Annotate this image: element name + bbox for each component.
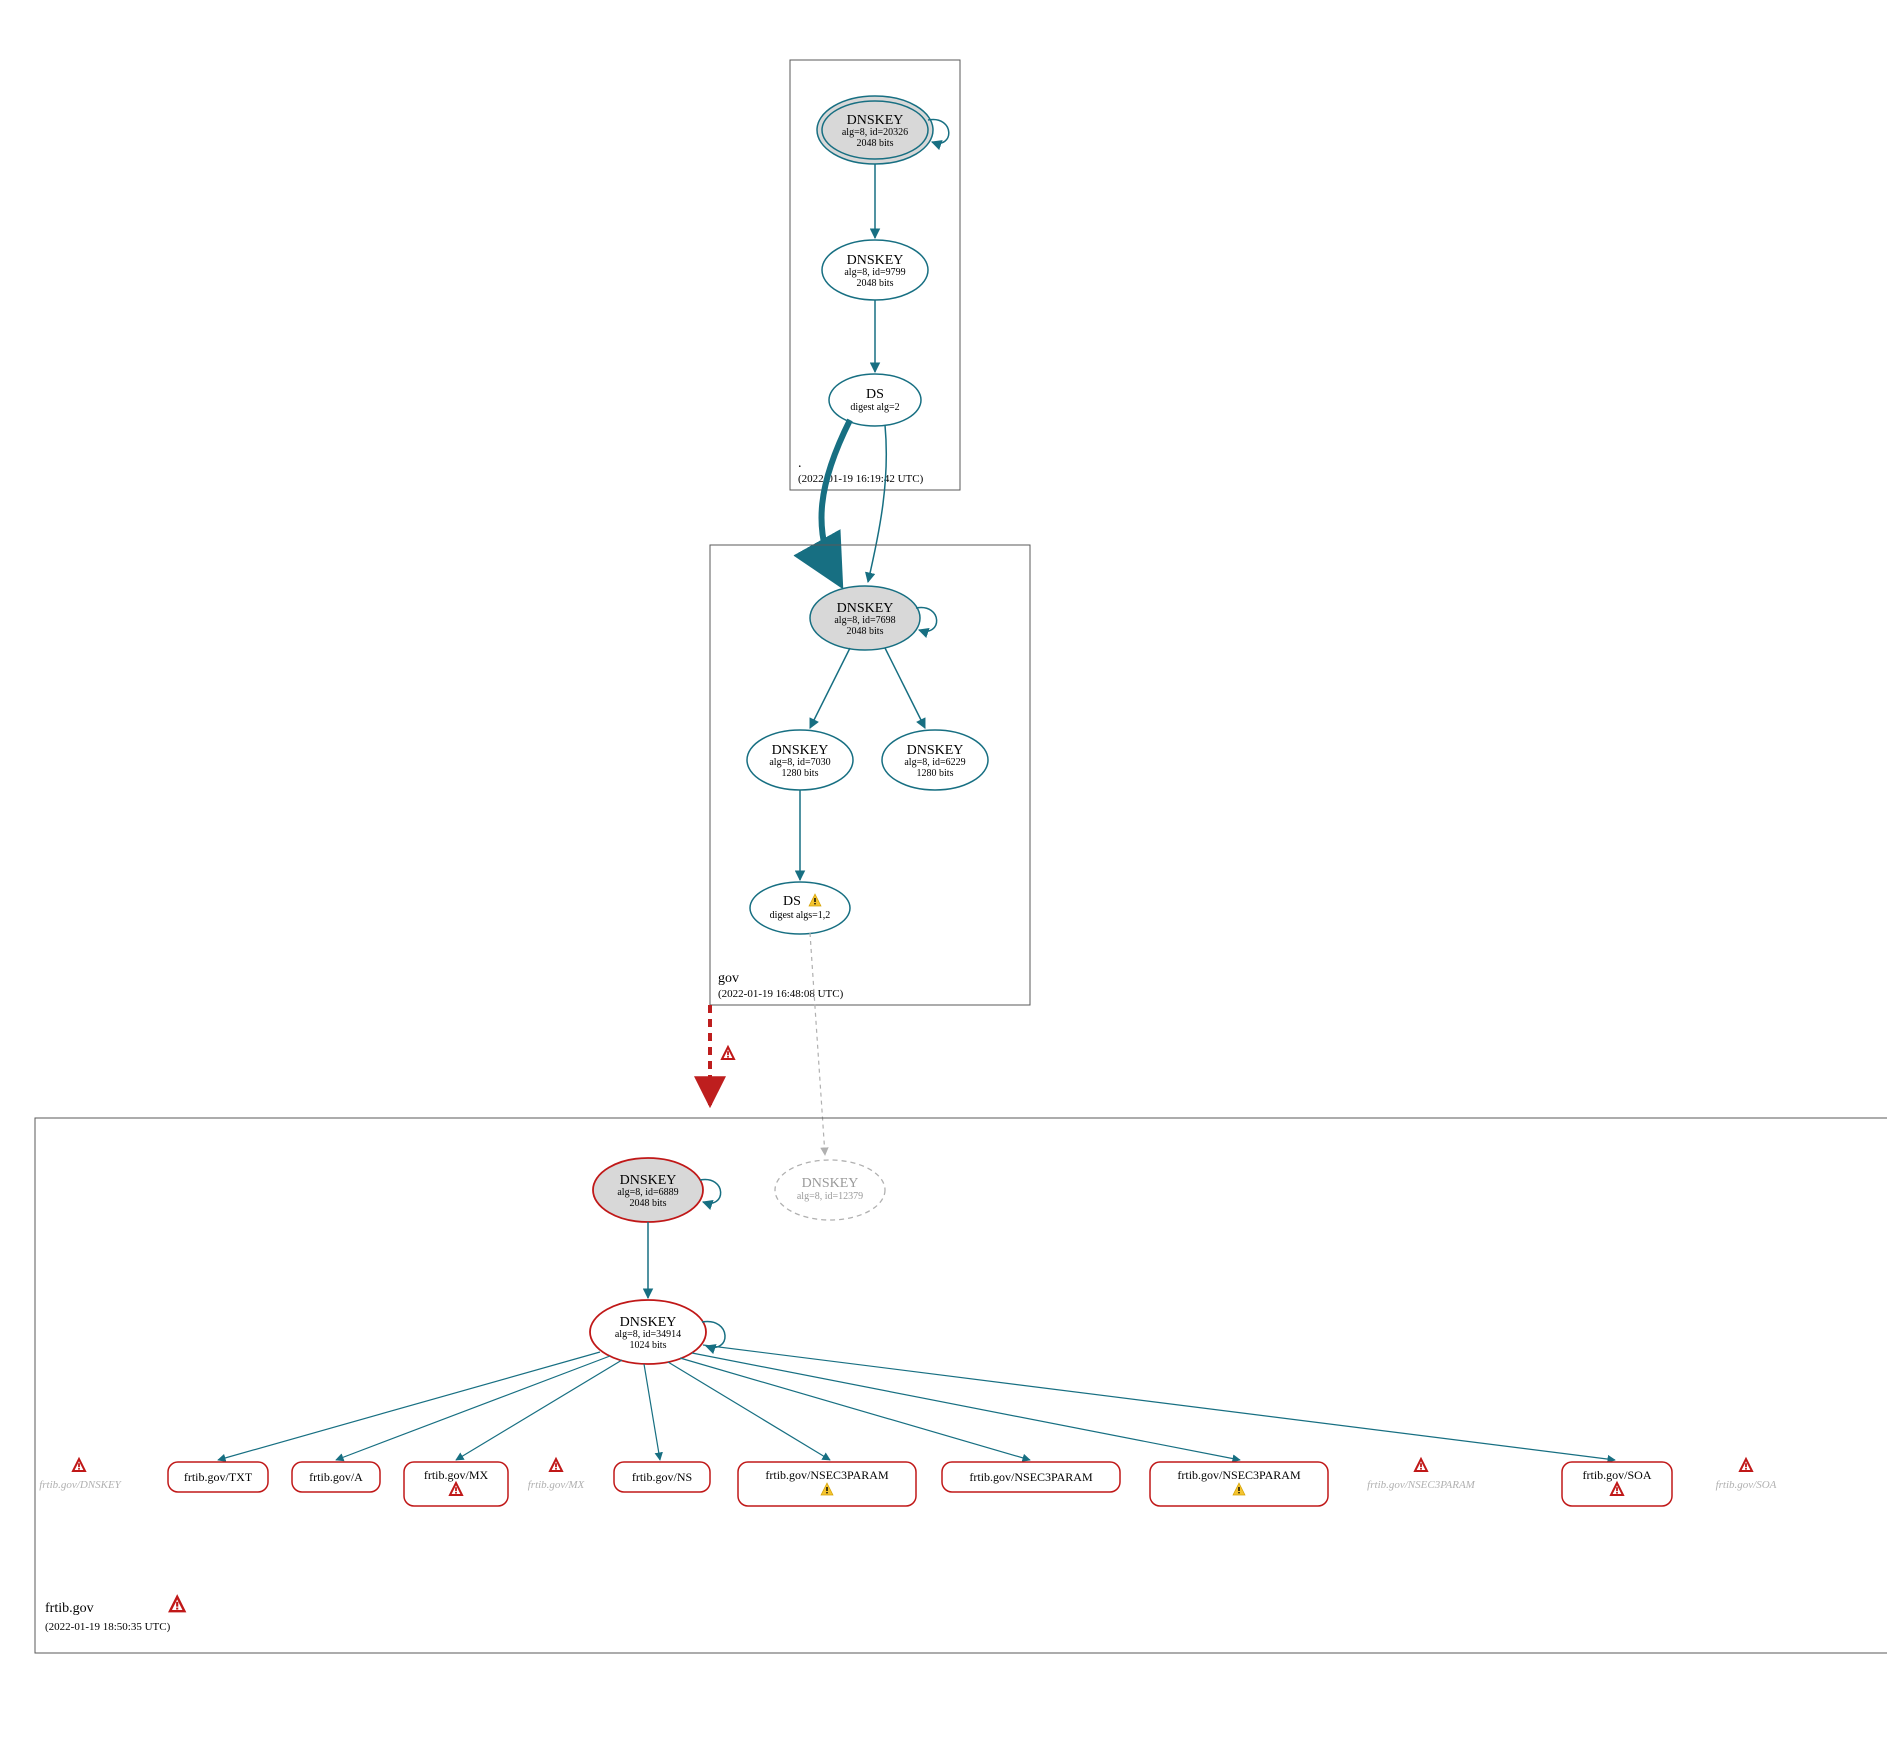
svg-text:DNSKEY: DNSKEY (620, 1173, 677, 1188)
svg-text:frtib.gov/SOA: frtib.gov/SOA (1583, 1468, 1652, 1482)
svg-text:alg=8, id=20326: alg=8, id=20326 (842, 127, 908, 138)
svg-text:DNSKEY: DNSKEY (620, 1315, 677, 1330)
svg-text:1280 bits: 1280 bits (917, 768, 954, 779)
ghost-mx: frtib.gov/MX (528, 1479, 586, 1491)
edge (885, 648, 925, 728)
svg-text:alg=8, id=9799: alg=8, id=9799 (844, 267, 905, 278)
zone-gov: gov (2022-01-19 16:48:08 UTC) DNSKEY alg… (710, 545, 1030, 1005)
record-soa: frtib.gov/SOA (1562, 1462, 1672, 1506)
frtib-dnskey-6889: DNSKEY alg=8, id=6889 2048 bits (593, 1158, 703, 1222)
svg-text:digest algs=1,2: digest algs=1,2 (770, 910, 831, 921)
edge-root-gov (868, 425, 886, 582)
svg-text:digest alg=2: digest alg=2 (850, 402, 899, 413)
edge (218, 1352, 600, 1460)
svg-text:frtib.gov/TXT: frtib.gov/TXT (184, 1470, 253, 1484)
frtib-dnskey-12379-ghost: DNSKEY alg=8, id=12379 (775, 1160, 885, 1220)
svg-text:frtib.gov/A: frtib.gov/A (309, 1470, 363, 1484)
edge (668, 1362, 830, 1460)
svg-text:frtib.gov/MX: frtib.gov/MX (424, 1468, 489, 1482)
zone-gov-timestamp: (2022-01-19 16:48:08 UTC) (718, 988, 844, 1000)
gov-dnskey-7698: DNSKEY alg=8, id=7698 2048 bits (810, 586, 920, 650)
edge (692, 1353, 1240, 1460)
svg-text:2048 bits: 2048 bits (857, 278, 894, 289)
record-nsec3-1: frtib.gov/NSEC3PARAM (738, 1462, 916, 1506)
edge-gov-frtib-ghost (810, 933, 825, 1155)
dnssec-graph: . (2022-01-19 16:19:42 UTC) DNSKEY alg=8… (20, 20, 1887, 1744)
ghost-soa: frtib.gov/SOA (1716, 1479, 1777, 1491)
svg-text:DS: DS (783, 894, 801, 909)
zone-root-label: . (798, 456, 802, 471)
svg-text:alg=8, id=6229: alg=8, id=6229 (904, 757, 965, 768)
svg-text:2048 bits: 2048 bits (630, 1198, 667, 1209)
svg-text:DNSKEY: DNSKEY (847, 253, 904, 268)
root-dnskey-9799: DNSKEY alg=8, id=9799 2048 bits (822, 240, 928, 300)
gov-dnskey-6229: DNSKEY alg=8, id=6229 1280 bits (882, 730, 988, 790)
svg-text:2048 bits: 2048 bits (847, 626, 884, 637)
zone-frtib-label: frtib.gov (45, 1601, 94, 1616)
record-mx: frtib.gov/MX (404, 1462, 508, 1506)
warning-icon (1740, 1459, 1752, 1471)
svg-text:frtib.gov/NSEC3PARAM: frtib.gov/NSEC3PARAM (765, 1468, 889, 1482)
edge (703, 1345, 1615, 1460)
svg-text:frtib.gov/NSEC3PARAM: frtib.gov/NSEC3PARAM (1177, 1468, 1301, 1482)
gov-dnskey-7030: DNSKEY alg=8, id=7030 1280 bits (747, 730, 853, 790)
warning-icon (73, 1459, 85, 1471)
warning-icon (170, 1597, 184, 1611)
svg-text:DNSKEY: DNSKEY (772, 743, 829, 758)
record-a: frtib.gov/A (292, 1462, 380, 1492)
warning-icon (722, 1047, 734, 1059)
zone-frtib-timestamp: (2022-01-19 18:50:35 UTC) (45, 1621, 171, 1633)
warning-icon (550, 1459, 562, 1471)
record-nsec3-3: frtib.gov/NSEC3PARAM (1150, 1462, 1328, 1506)
edge (456, 1360, 622, 1460)
svg-text:1024 bits: 1024 bits (630, 1340, 667, 1351)
warning-icon (1415, 1459, 1427, 1471)
edge (336, 1356, 610, 1460)
svg-text:alg=8, id=6889: alg=8, id=6889 (617, 1187, 678, 1198)
svg-text:DNSKEY: DNSKEY (907, 743, 964, 758)
frtib-dnskey-34914: DNSKEY alg=8, id=34914 1024 bits (590, 1300, 706, 1364)
svg-text:DNSKEY: DNSKEY (837, 601, 894, 616)
record-nsec3-2: frtib.gov/NSEC3PARAM (942, 1462, 1120, 1492)
zone-root-timestamp: (2022-01-19 16:19:42 UTC) (798, 473, 924, 485)
svg-text:DS: DS (866, 387, 884, 402)
record-ns: frtib.gov/NS (614, 1462, 710, 1492)
edge (810, 648, 850, 728)
svg-text:alg=8, id=34914: alg=8, id=34914 (615, 1329, 681, 1340)
svg-text:DNSKEY: DNSKEY (802, 1176, 859, 1191)
ghost-nsec3: frtib.gov/NSEC3PARAM (1367, 1479, 1475, 1491)
svg-text:frtib.gov/NS: frtib.gov/NS (632, 1470, 692, 1484)
svg-text:alg=8, id=7030: alg=8, id=7030 (769, 757, 830, 768)
svg-text:alg=8, id=12379: alg=8, id=12379 (797, 1191, 863, 1202)
record-txt: frtib.gov/TXT (168, 1462, 268, 1492)
zone-gov-label: gov (718, 971, 739, 986)
ghost-dnskey: frtib.gov/DNSKEY (39, 1479, 122, 1491)
gov-ds: DS digest algs=1,2 (750, 882, 850, 934)
svg-text:frtib.gov/NSEC3PARAM: frtib.gov/NSEC3PARAM (969, 1470, 1093, 1484)
zone-root: . (2022-01-19 16:19:42 UTC) DNSKEY alg=8… (790, 60, 960, 490)
svg-text:2048 bits: 2048 bits (857, 138, 894, 149)
svg-text:1280 bits: 1280 bits (782, 768, 819, 779)
root-ds: DS digest alg=2 (829, 374, 921, 426)
zone-frtib: frtib.gov (2022-01-19 18:50:35 UTC) DNSK… (35, 1118, 1887, 1653)
edge (644, 1364, 660, 1460)
svg-text:alg=8, id=7698: alg=8, id=7698 (834, 615, 895, 626)
edge-root-gov-thick (821, 420, 850, 580)
svg-text:DNSKEY: DNSKEY (847, 113, 904, 128)
root-dnskey-20326: DNSKEY alg=8, id=20326 2048 bits (817, 96, 933, 164)
